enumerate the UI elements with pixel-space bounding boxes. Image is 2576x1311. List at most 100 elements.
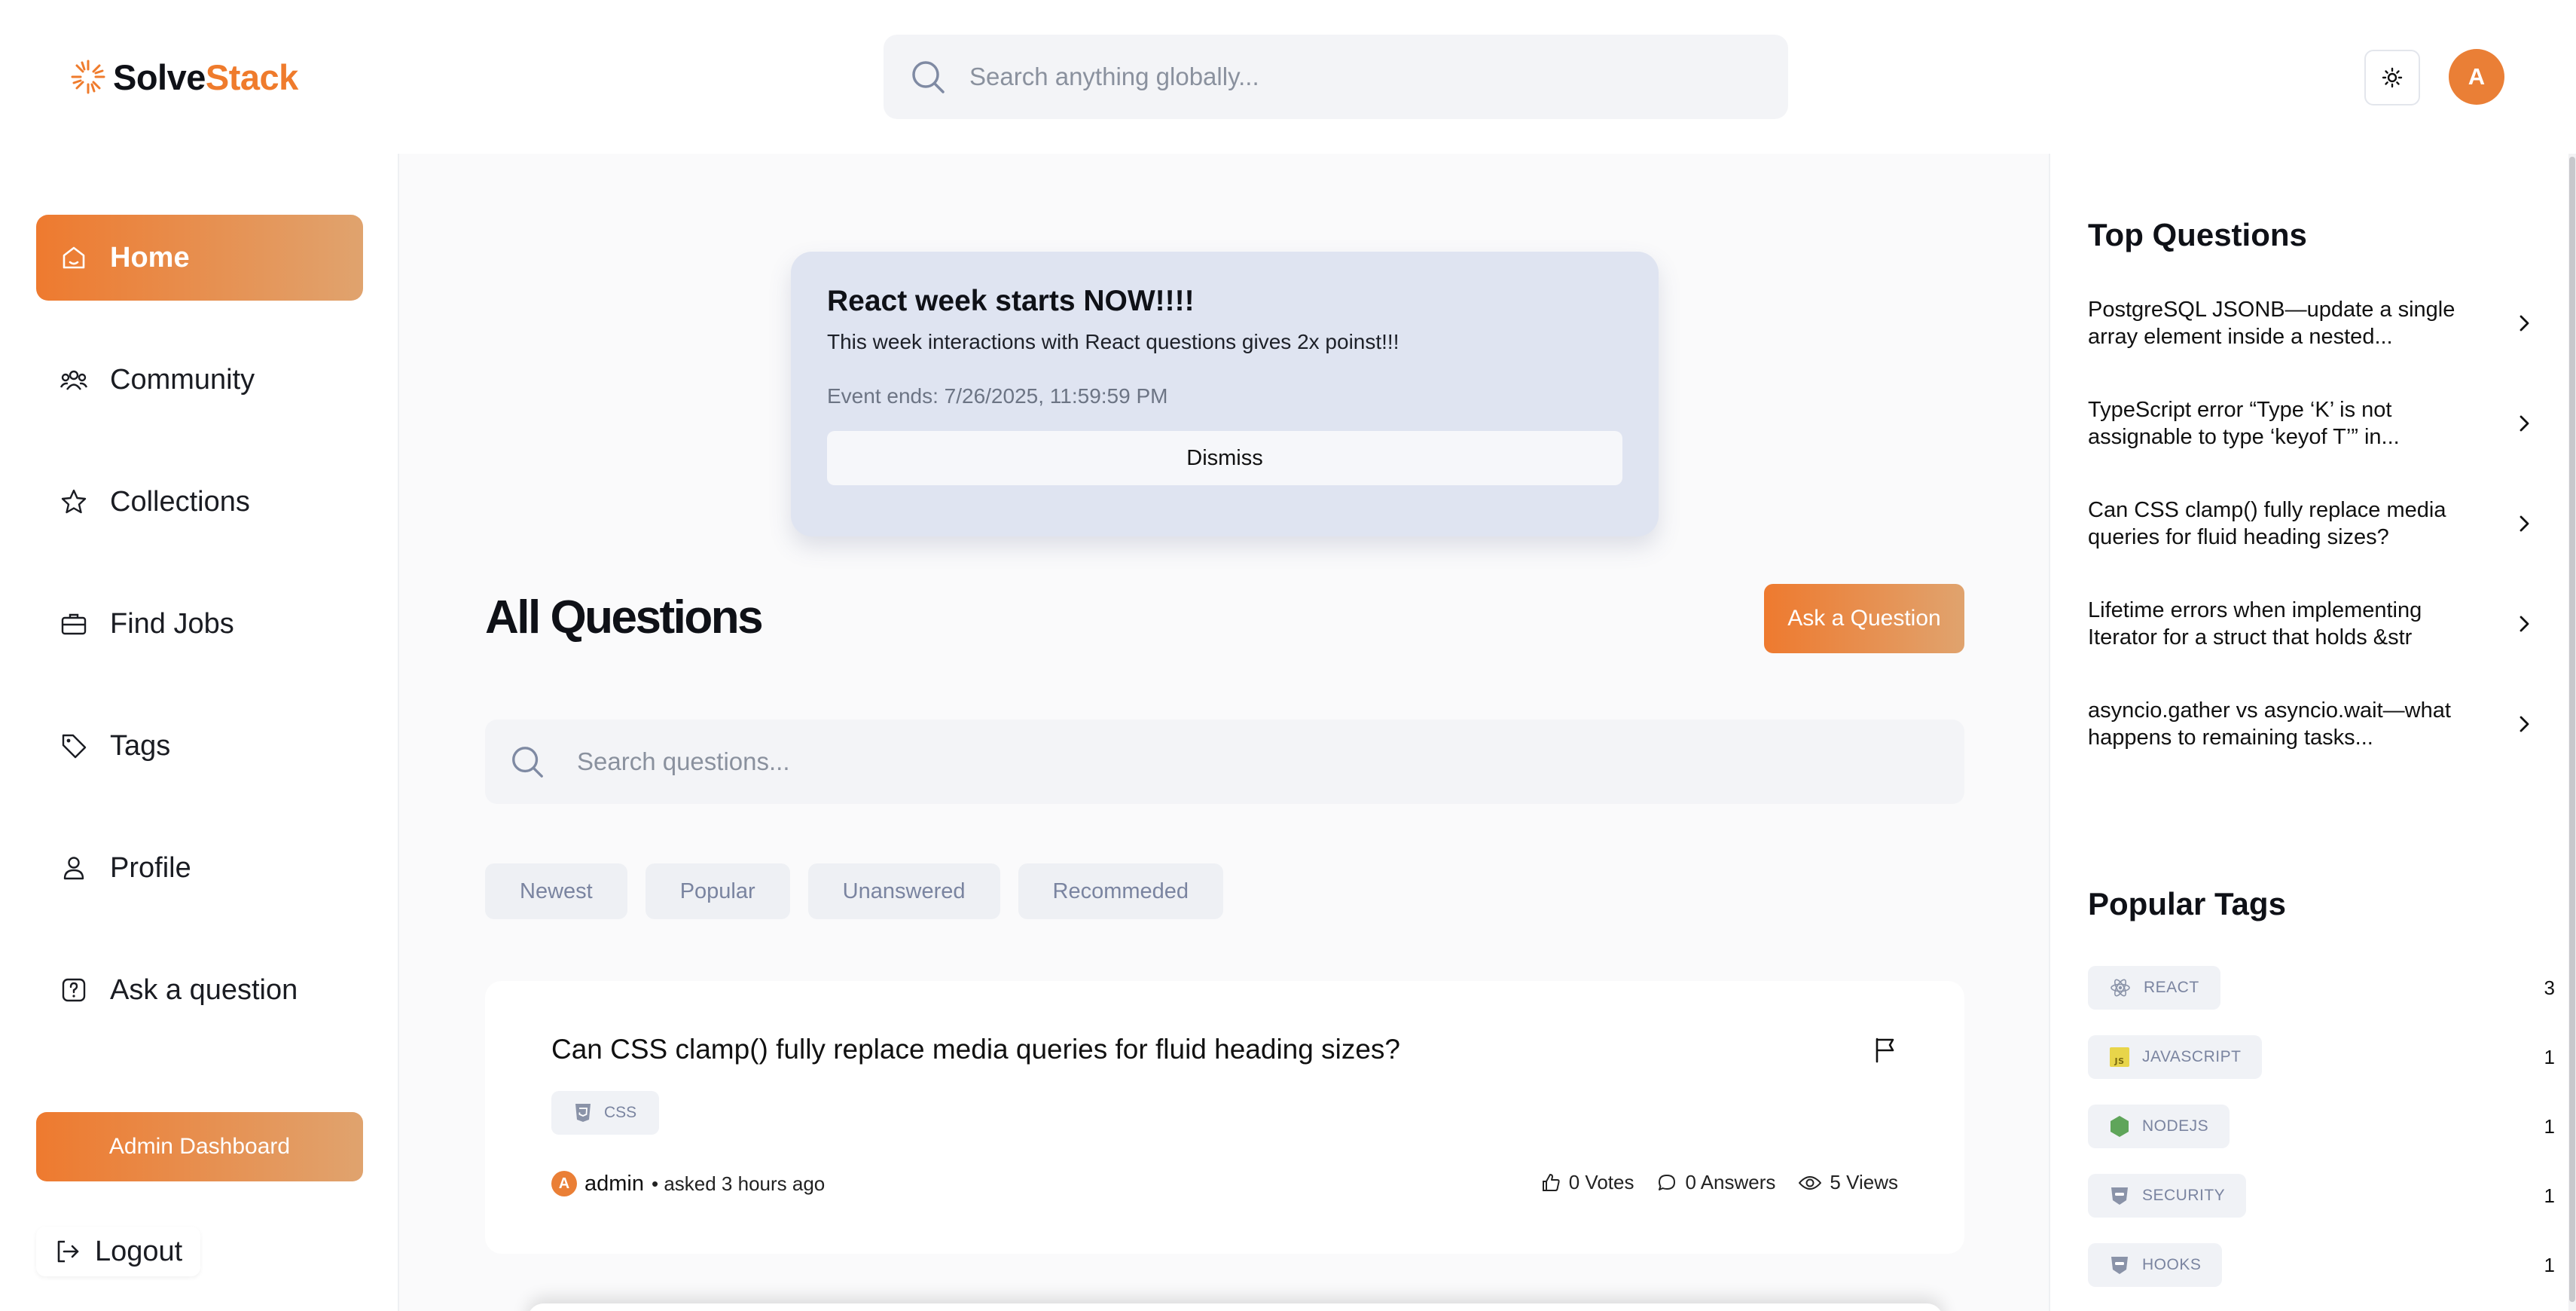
votes-stat: 0 Votes xyxy=(1540,1171,1634,1194)
sidebar-item-label: Find Jobs xyxy=(110,607,234,640)
question-stats: 0 Votes 0 Answers 5 Views xyxy=(1540,1171,1898,1194)
star-icon xyxy=(61,489,87,514)
popular-tag[interactable]: NODEJS xyxy=(2088,1105,2230,1148)
javascript-icon: JS xyxy=(2110,1047,2129,1067)
chevron-right-icon xyxy=(2520,716,2529,732)
popular-tags-title: Popular Tags xyxy=(2088,886,2286,921)
popular-tag-row[interactable]: NODEJS 1 xyxy=(2088,1105,2555,1148)
dismiss-button[interactable]: Dismiss xyxy=(827,431,1622,485)
sidebar-item-community[interactable]: Community xyxy=(36,337,363,423)
ask-question-button[interactable]: Ask a Question xyxy=(1764,584,1964,653)
logo[interactable]: SolveStack xyxy=(69,51,298,102)
sidebar-item-label: Home xyxy=(110,241,190,274)
svg-text:JS: JS xyxy=(2114,1056,2124,1066)
top-question-text: TypeScript error “Type ‘K’ is not assign… xyxy=(2088,398,2400,449)
comment-icon xyxy=(1659,1174,1676,1190)
page-title: All Questions xyxy=(485,591,764,643)
logout-label: Logout xyxy=(95,1235,183,1267)
nodejs-icon xyxy=(2111,1116,2129,1137)
popular-tag[interactable]: SECURITY xyxy=(2088,1174,2247,1218)
global-search-input[interactable] xyxy=(969,63,1708,91)
question-search[interactable] xyxy=(485,720,1964,804)
sidebar-item-ask-a-question[interactable]: Ask a question xyxy=(36,947,363,1033)
popular-tag-count: 3 xyxy=(2544,976,2555,999)
user-avatar[interactable]: A xyxy=(2449,49,2504,105)
top-question-item[interactable]: asyncio.gather vs asyncio.wait—what happ… xyxy=(2088,695,2532,753)
votes-count: 0 Votes xyxy=(1568,1171,1634,1193)
sidebar-item-label: Community xyxy=(110,363,255,396)
popular-tag-count: 1 xyxy=(2544,1114,2555,1138)
filter-recommended[interactable]: Recommeded xyxy=(1018,863,1224,919)
popular-tag[interactable]: JS JAVASCRIPT xyxy=(2088,1035,2263,1079)
popular-tag-row[interactable]: JS JAVASCRIPT 1 xyxy=(2088,1035,2555,1079)
top-bar: SolveStack A xyxy=(0,0,2576,154)
theme-toggle-button[interactable] xyxy=(2364,50,2420,105)
logo-sun-icon xyxy=(71,60,105,94)
question-card[interactable]: Can CSS clamp() fully replace media quer… xyxy=(485,981,1964,1254)
sidebar-item-label: Collections xyxy=(110,485,250,518)
popular-tag[interactable]: HOOKS xyxy=(2088,1243,2223,1287)
sidebar-item-label: Profile xyxy=(110,851,191,884)
right-sidebar: Top Questions PostgreSQL JSONB—update a … xyxy=(2049,154,2576,1311)
user-icon xyxy=(63,857,84,880)
question-title[interactable]: Can CSS clamp() fully replace media quer… xyxy=(551,1034,1400,1065)
question-card-next[interactable] xyxy=(527,1303,1943,1311)
event-banner: React week starts NOW!!!! This week inte… xyxy=(791,252,1659,536)
top-question-item[interactable]: Can CSS clamp() fully replace media quer… xyxy=(2088,495,2532,552)
top-question-text: PostgreSQL JSONB—update a single array e… xyxy=(2088,298,2455,349)
sidebar-item-tags[interactable]: Tags xyxy=(36,703,363,789)
top-questions-title: Top Questions xyxy=(2088,217,2307,252)
question-tag[interactable]: CSS xyxy=(551,1091,660,1135)
author-name[interactable]: admin xyxy=(584,1172,644,1196)
thumbs-up-icon xyxy=(1542,1173,1560,1191)
popular-tag-row[interactable]: HOOKS 1 xyxy=(2088,1243,2555,1287)
sidebar-item-profile[interactable]: Profile xyxy=(36,825,363,911)
views-count: 5 Views xyxy=(1830,1171,1898,1193)
popular-tag-row[interactable]: SECURITY 1 xyxy=(2088,1174,2555,1218)
sun-icon xyxy=(2382,67,2403,88)
top-question-text: asyncio.gather vs asyncio.wait—what happ… xyxy=(2088,698,2451,750)
scrollbar-thumb[interactable] xyxy=(2569,157,2575,1302)
answers-count: 0 Answers xyxy=(1685,1171,1776,1193)
sidebar-item-find-jobs[interactable]: Find Jobs xyxy=(36,581,363,667)
top-question-text: Can CSS clamp() fully replace media quer… xyxy=(2088,498,2446,549)
filter-unanswered[interactable]: Unanswered xyxy=(807,863,1000,919)
popular-tag-row[interactable]: REACT 3 xyxy=(2088,966,2555,1010)
react-icon xyxy=(2111,979,2130,997)
popular-tag-name: NODEJS xyxy=(2142,1117,2209,1135)
global-search[interactable] xyxy=(884,35,1788,119)
question-icon xyxy=(62,978,86,1002)
sidebar-item-label: Tags xyxy=(110,729,171,762)
logo-text-accent: Stack xyxy=(205,57,298,97)
search-icon xyxy=(912,61,945,93)
views-stat: 5 Views xyxy=(1798,1171,1898,1194)
popular-tag-name: SECURITY xyxy=(2142,1187,2226,1204)
banner-end-time: Event ends: 7/26/2025, 11:59:59 PM xyxy=(827,384,1168,408)
filter-bar: Newest Popular Unanswered Recommeded xyxy=(485,863,1224,919)
author-avatar[interactable]: A xyxy=(551,1171,577,1196)
scrollbar[interactable] xyxy=(2568,154,2576,1311)
popular-tag[interactable]: REACT xyxy=(2088,966,2220,1010)
filter-newest[interactable]: Newest xyxy=(485,863,627,919)
popular-tag-name: REACT xyxy=(2144,979,2199,996)
eye-icon xyxy=(1799,1175,1822,1190)
popular-tag-count: 1 xyxy=(2544,1045,2555,1068)
sidebar-item-collections[interactable]: Collections xyxy=(36,459,363,545)
asked-time: • asked 3 hours ago xyxy=(652,1172,826,1195)
admin-dashboard-button[interactable]: Admin Dashboard xyxy=(36,1112,363,1181)
popular-tag-name: JAVASCRIPT xyxy=(2142,1048,2242,1065)
chevron-right-icon xyxy=(2520,616,2529,632)
sidebar-item-home[interactable]: Home xyxy=(36,215,363,301)
top-question-item[interactable]: TypeScript error “Type ‘K’ is not assign… xyxy=(2088,395,2532,452)
filter-popular[interactable]: Popular xyxy=(645,863,790,919)
logout-button[interactable]: Logout xyxy=(36,1227,201,1276)
css-icon xyxy=(575,1104,591,1122)
question-search-input[interactable] xyxy=(577,747,1857,776)
sidebar-item-label: Ask a question xyxy=(110,973,298,1006)
users-icon xyxy=(60,370,88,390)
search-icon xyxy=(512,747,543,778)
top-question-item[interactable]: Lifetime errors when implementing Iterat… xyxy=(2088,595,2532,652)
flag-icon[interactable] xyxy=(1872,1037,1898,1064)
top-question-item[interactable]: PostgreSQL JSONB—update a single array e… xyxy=(2088,295,2532,352)
shield-icon xyxy=(2111,1187,2128,1205)
